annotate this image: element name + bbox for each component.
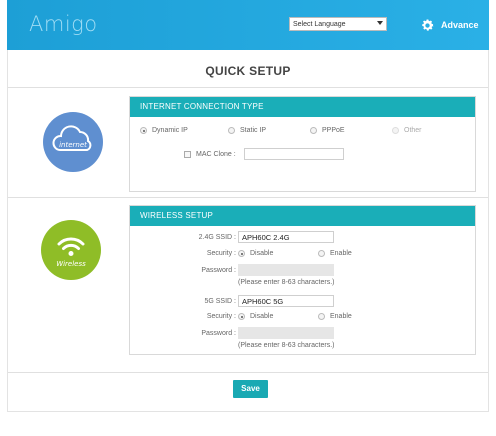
wireless-icon: Wireless <box>41 220 101 280</box>
advance-label: Advance <box>441 20 479 30</box>
radio-pppoe[interactable]: PPPoE <box>310 127 345 134</box>
internet-icon: internet <box>43 112 103 172</box>
radio-other[interactable]: Other <box>392 127 422 134</box>
radio-label: Other <box>404 127 422 134</box>
ssid-24-input[interactable]: APH60C 2.4G <box>238 231 334 243</box>
radio-static-ip[interactable]: Static IP <box>228 127 266 134</box>
radio-label: Dynamic IP <box>152 127 188 134</box>
radio-label: Static IP <box>240 127 267 134</box>
radio-dot <box>238 250 245 257</box>
page-title: QUICK SETUP <box>205 64 291 78</box>
divider <box>8 372 488 373</box>
chevron-down-icon <box>377 21 383 25</box>
internet-panel-title: INTERNET CONNECTION TYPE <box>130 97 475 117</box>
wireless-setup-panel: WIRELESS SETUP 2.4G SSID : APH60C 2.4G S… <box>129 205 476 355</box>
language-select[interactable]: Select Language <box>289 17 387 31</box>
ssid-5-input[interactable]: APH60C 5G <box>238 295 334 307</box>
security-24-enable-radio[interactable]: Enable <box>318 250 352 257</box>
radio-dot <box>238 313 245 320</box>
security-5-label: Security : <box>206 313 236 320</box>
password-5-hint: (Please enter 8-63 characters.) <box>238 342 335 349</box>
wireless-icon-label: Wireless <box>56 260 86 268</box>
top-header: Amigo Select Language Advance <box>7 0 489 50</box>
radio-dynamic-ip[interactable]: Dynamic IP <box>140 127 188 134</box>
radio-label: Enable <box>330 313 352 320</box>
radio-label: PPPoE <box>322 127 345 134</box>
password-24-hint: (Please enter 8-63 characters.) <box>238 279 335 286</box>
radio-dot <box>392 127 399 134</box>
radio-label: Enable <box>330 250 352 257</box>
password-24-input[interactable] <box>238 264 334 276</box>
security-24-label: Security : <box>206 250 236 257</box>
mac-clone-input[interactable] <box>244 148 344 160</box>
divider <box>8 197 488 198</box>
radio-dot <box>318 313 325 320</box>
security-5-disable-radio[interactable]: Disable <box>238 313 273 320</box>
radio-dot <box>310 127 317 134</box>
radio-dot <box>228 127 235 134</box>
ssid-24-label: 2.4G SSID : <box>198 234 236 241</box>
password-5-input[interactable] <box>238 327 334 339</box>
save-button[interactable]: Save <box>233 380 268 398</box>
mac-clone-label: MAC Clone : <box>196 151 236 158</box>
radio-dot <box>140 127 147 134</box>
security-5-enable-radio[interactable]: Enable <box>318 313 352 320</box>
language-select-label: Select Language <box>293 21 346 28</box>
quick-setup-container: QUICK SETUP internet INTERNET CONNECTION… <box>7 50 489 412</box>
internet-icon-label: internet <box>59 141 87 149</box>
gear-icon <box>422 18 434 31</box>
radio-label: Disable <box>250 250 274 257</box>
radio-label: Disable <box>250 313 274 320</box>
password-24-label: Password : <box>201 267 236 274</box>
internet-connection-panel: INTERNET CONNECTION TYPE Dynamic IP Stat… <box>129 96 476 192</box>
mac-clone-checkbox[interactable] <box>184 151 191 158</box>
ssid-5-label: 5G SSID : <box>204 298 236 305</box>
amigo-logo: Amigo <box>29 12 98 36</box>
radio-dot <box>318 250 325 257</box>
password-5-label: Password : <box>201 330 236 337</box>
advance-button[interactable]: Advance <box>420 15 479 35</box>
divider <box>8 87 488 88</box>
security-24-disable-radio[interactable]: Disable <box>238 250 273 257</box>
wireless-panel-title: WIRELESS SETUP <box>130 206 475 226</box>
